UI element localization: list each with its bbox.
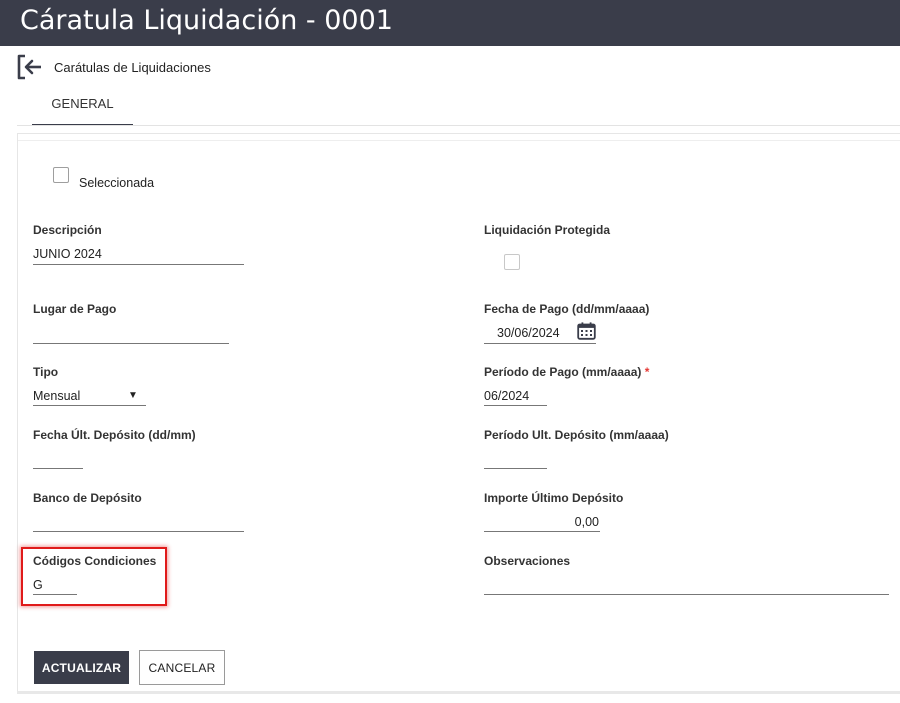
tab-general[interactable]: GENERAL bbox=[32, 88, 133, 126]
codigos-condiciones-underline bbox=[33, 594, 77, 595]
periodo-ult-deposito-underline bbox=[484, 468, 547, 469]
periodo-pago-label: Período de Pago (mm/aaaa) * bbox=[484, 365, 649, 379]
observaciones-label: Observaciones bbox=[484, 554, 571, 568]
card-bottom-border bbox=[17, 691, 900, 694]
lugar-pago-underline bbox=[33, 343, 229, 344]
observaciones-field[interactable] bbox=[484, 574, 889, 596]
banco-deposito-field[interactable] bbox=[33, 511, 244, 533]
codigos-condiciones-value: G bbox=[33, 578, 43, 592]
banco-deposito-label: Banco de Depósito bbox=[33, 491, 142, 505]
periodo-ult-deposito-field[interactable] bbox=[484, 448, 547, 470]
tipo-label: Tipo bbox=[33, 365, 59, 379]
card-divider bbox=[18, 140, 900, 141]
periodo-pago-field[interactable]: 06/2024 bbox=[484, 385, 547, 407]
importe-ultimo-deposito-underline bbox=[484, 531, 600, 532]
periodo-pago-underline bbox=[484, 405, 547, 406]
required-mark: * bbox=[644, 365, 650, 379]
cancel-button[interactable]: CANCELAR bbox=[139, 650, 225, 685]
back-link[interactable]: Carátulas de Liquidaciones bbox=[16, 54, 211, 80]
descripcion-value: JUNIO 2024 bbox=[33, 247, 102, 261]
lugar-pago-field[interactable] bbox=[33, 322, 229, 344]
lugar-pago-label: Lugar de Pago bbox=[33, 302, 117, 316]
fecha-ult-deposito-label: Fecha Últ. Depósito (dd/mm) bbox=[33, 428, 196, 442]
descripcion-field[interactable]: JUNIO 2024 bbox=[33, 244, 244, 266]
liquidacion-protegida-label: Liquidación Protegida bbox=[484, 223, 611, 237]
banco-deposito-underline bbox=[33, 531, 244, 532]
fecha-pago-label: Fecha de Pago (dd/mm/aaaa) bbox=[484, 302, 650, 316]
tab-divider bbox=[17, 125, 900, 126]
periodo-pago-label-text: Período de Pago (mm/aaaa) bbox=[484, 365, 642, 379]
tipo-underline bbox=[33, 405, 146, 406]
fecha-ult-deposito-field[interactable] bbox=[33, 448, 83, 470]
selected-label: Seleccionada bbox=[79, 176, 155, 190]
update-button[interactable]: ACTUALIZAR bbox=[34, 651, 129, 684]
tipo-value: Mensual bbox=[33, 389, 81, 403]
arrow-exit-icon bbox=[16, 54, 44, 80]
importe-ultimo-deposito-field[interactable]: 0,00 bbox=[484, 511, 600, 533]
window-title: Cáratula Liquidación - 0001 bbox=[20, 5, 393, 36]
observaciones-underline bbox=[484, 594, 889, 595]
form-card bbox=[17, 133, 900, 692]
descripcion-underline bbox=[33, 264, 244, 265]
fecha-pago-value: 30/06/2024 bbox=[497, 326, 560, 340]
fecha-ult-deposito-underline bbox=[33, 468, 83, 469]
codigos-condiciones-label: Códigos Condiciones bbox=[33, 554, 157, 568]
dropdown-arrow-icon: ▼ bbox=[128, 390, 138, 401]
back-link-label: Carátulas de Liquidaciones bbox=[54, 59, 211, 75]
importe-ultimo-deposito-value: 0,00 bbox=[574, 515, 599, 529]
periodo-ult-deposito-label: Período Ult. Depósito (mm/aaaa) bbox=[484, 428, 669, 442]
codigos-condiciones-field[interactable]: G bbox=[33, 574, 77, 596]
selected-checkbox[interactable] bbox=[53, 167, 69, 183]
tipo-select[interactable]: Mensual ▼ bbox=[33, 385, 146, 407]
periodo-pago-value: 06/2024 bbox=[484, 389, 530, 403]
importe-ultimo-deposito-label: Importe Último Depósito bbox=[484, 491, 624, 505]
calendar-icon[interactable] bbox=[577, 322, 596, 345]
title-bar: Cáratula Liquidación - 0001 bbox=[0, 0, 900, 46]
liquidacion-protegida-checkbox[interactable] bbox=[504, 254, 520, 270]
descripcion-label: Descripción bbox=[33, 223, 102, 237]
